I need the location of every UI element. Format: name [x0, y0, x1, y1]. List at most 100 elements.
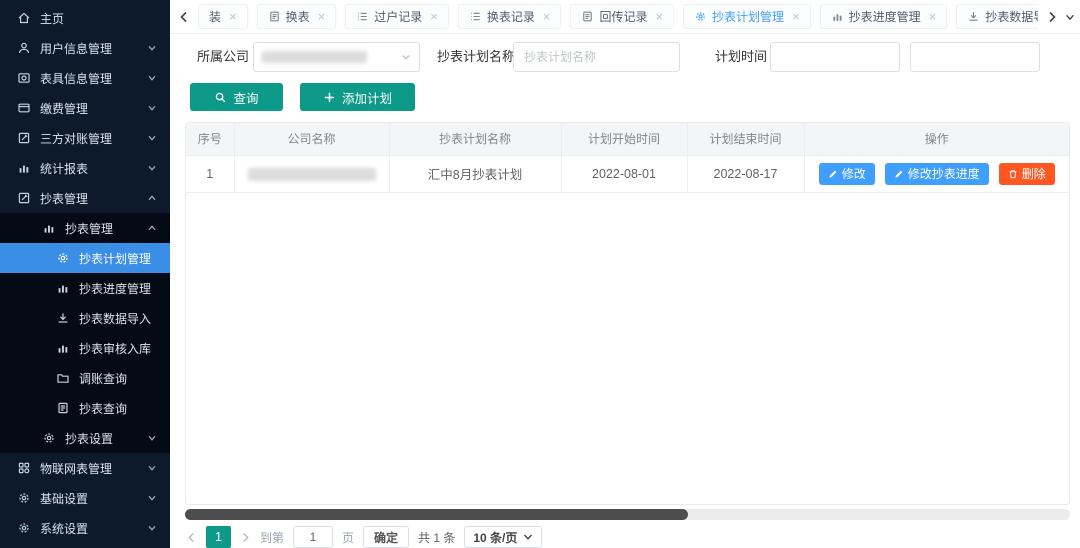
edit-button[interactable]: 修改抄表进度 [885, 163, 989, 185]
goto-page-input[interactable] [293, 526, 333, 548]
close-icon[interactable]: × [229, 10, 237, 23]
user-icon [17, 41, 31, 55]
close-icon[interactable]: × [543, 10, 551, 23]
column-header: 公司名称 [234, 123, 389, 155]
tab-menu-caret-icon[interactable] [1064, 11, 1076, 23]
sidebar-item[interactable]: 三方对账管理 [0, 123, 170, 153]
chevron-down-icon [147, 163, 157, 173]
sidebar-item[interactable]: 系统设置 [0, 513, 170, 543]
close-icon[interactable]: × [792, 10, 800, 23]
close-icon[interactable]: × [929, 10, 937, 23]
sidebar-item-label: 统计报表 [40, 160, 88, 177]
sidebar-item[interactable]: 调账查询 [0, 363, 170, 393]
chevron-up-icon [147, 223, 157, 233]
sidebar-item-label: 用户信息管理 [40, 40, 112, 57]
page-number-button[interactable]: 1 [206, 526, 231, 548]
chart-icon [56, 341, 70, 355]
tab[interactable]: 抄表进度管理 × [820, 4, 948, 29]
column-header: 抄表计划名称 [389, 123, 561, 155]
sidebar-item-label: 三方对账管理 [40, 130, 112, 147]
search-button-label: 查询 [233, 88, 258, 107]
sidebar-item[interactable]: 抄表管理 [0, 183, 170, 213]
download-icon [56, 311, 70, 325]
sidebar-item[interactable]: 主页 [0, 3, 170, 33]
tab-scroll-left-icon[interactable] [177, 10, 191, 24]
tab-list: 装 × 换表 × 过户记录 × 换表记录 × 回传记录 × 抄表计划管理 × 抄… [198, 4, 1038, 29]
tab[interactable]: 换表 × [257, 4, 337, 29]
sidebar-item[interactable]: 抄表审核入库 [0, 333, 170, 363]
page-size-select[interactable]: 10 条/页 [464, 526, 542, 548]
sidebar-item[interactable]: 用户信息管理 [0, 33, 170, 63]
plan-start-date-input[interactable] [770, 42, 900, 72]
meter-icon [17, 71, 31, 85]
redacted-company-value [248, 168, 376, 181]
sidebar-item[interactable]: 缴费管理 [0, 93, 170, 123]
pagination: 1 到第 页 确定 共 1 条 10 条/页 [186, 526, 542, 548]
tab-label: 抄表进度管理 [849, 8, 921, 25]
prev-page-icon[interactable] [186, 532, 197, 543]
company-select[interactable] [253, 42, 420, 72]
sidebar-item-label: 抄表审核入库 [79, 340, 151, 357]
sidebar-item-label: 缴费管理 [40, 100, 88, 117]
tab-label: 抄表数据导 [985, 8, 1038, 25]
pencil-icon [894, 169, 904, 179]
column-header: 操作 [804, 123, 1069, 155]
folder-icon [56, 371, 70, 385]
table-header-row: 序号公司名称抄表计划名称计划开始时间计划结束时间操作 [186, 123, 1069, 155]
chart-icon [42, 221, 56, 235]
sidebar-item[interactable]: 抄表管理 [0, 213, 170, 243]
close-icon[interactable]: × [318, 10, 326, 23]
gear-icon [42, 431, 56, 445]
tab[interactable]: 过户记录 × [345, 4, 449, 29]
plans-table: 序号公司名称抄表计划名称计划开始时间计划结束时间操作 1 汇中8月抄表计划 20… [186, 123, 1069, 193]
add-plan-button[interactable]: 添加计划 [300, 83, 415, 111]
sidebar-item[interactable]: 抄表设置 [0, 423, 170, 453]
sidebar-item[interactable]: 统计报表 [0, 153, 170, 183]
doc-icon [268, 10, 281, 23]
edit-button[interactable]: 修改 [819, 163, 875, 185]
doc-edit-icon [17, 131, 31, 145]
close-icon[interactable]: × [655, 10, 663, 23]
app-window: 主页 用户信息管理 表具信息管理 缴费管理 三方对账管理 统计报表 抄表管理 抄… [0, 0, 1080, 548]
column-header: 序号 [186, 123, 234, 155]
cell-plan-name: 汇中8月抄表计划 [389, 155, 561, 192]
chevron-down-icon [147, 523, 157, 533]
search-icon [214, 91, 227, 104]
horizontal-scrollbar-thumb[interactable] [185, 509, 688, 520]
sidebar-item[interactable]: 抄表数据导入 [0, 303, 170, 333]
download-icon [967, 10, 980, 23]
sidebar-item-label: 抄表数据导入 [79, 310, 151, 327]
close-icon[interactable]: × [430, 10, 438, 23]
sidebar-item[interactable]: 抄表计划管理 [0, 243, 170, 273]
plan-name-input[interactable] [514, 43, 679, 71]
delete-button[interactable]: 删除 [999, 163, 1055, 185]
column-header: 计划开始时间 [561, 123, 687, 155]
tab-label: 换表记录 [487, 8, 535, 25]
action-label: 修改抄表进度 [908, 165, 980, 182]
tab-label: 换表 [286, 8, 310, 25]
tab-scroll-right-icon[interactable] [1045, 10, 1059, 24]
tab[interactable]: 回传记录 × [570, 4, 674, 29]
confirm-button[interactable]: 确定 [363, 526, 409, 548]
tab[interactable]: 抄表数据导 [956, 4, 1038, 29]
plan-end-date-input[interactable] [910, 42, 1040, 72]
next-page-icon[interactable] [240, 532, 251, 543]
sidebar-item[interactable]: 表具信息管理 [0, 63, 170, 93]
sidebar-item-label: 抄表进度管理 [79, 280, 151, 297]
sidebar-item-label: 抄表设置 [65, 430, 113, 447]
chevron-down-icon [401, 52, 411, 62]
tab[interactable]: 换表记录 × [458, 4, 562, 29]
sidebar-item[interactable]: 抄表进度管理 [0, 273, 170, 303]
sidebar-item[interactable]: 物联网表管理 [0, 453, 170, 483]
chart-icon [17, 161, 31, 175]
list-icon [356, 10, 369, 23]
tab[interactable]: 装 × [198, 4, 248, 29]
action-label: 删除 [1022, 165, 1046, 182]
sidebar-item[interactable]: 基础设置 [0, 483, 170, 513]
search-button[interactable]: 查询 [190, 83, 283, 111]
tab[interactable]: 抄表计划管理 × [683, 4, 811, 29]
gear-icon [17, 491, 31, 505]
cell-company [234, 155, 389, 192]
sidebar-item[interactable]: 抄表查询 [0, 393, 170, 423]
sidebar-item-label: 表具信息管理 [40, 70, 112, 87]
